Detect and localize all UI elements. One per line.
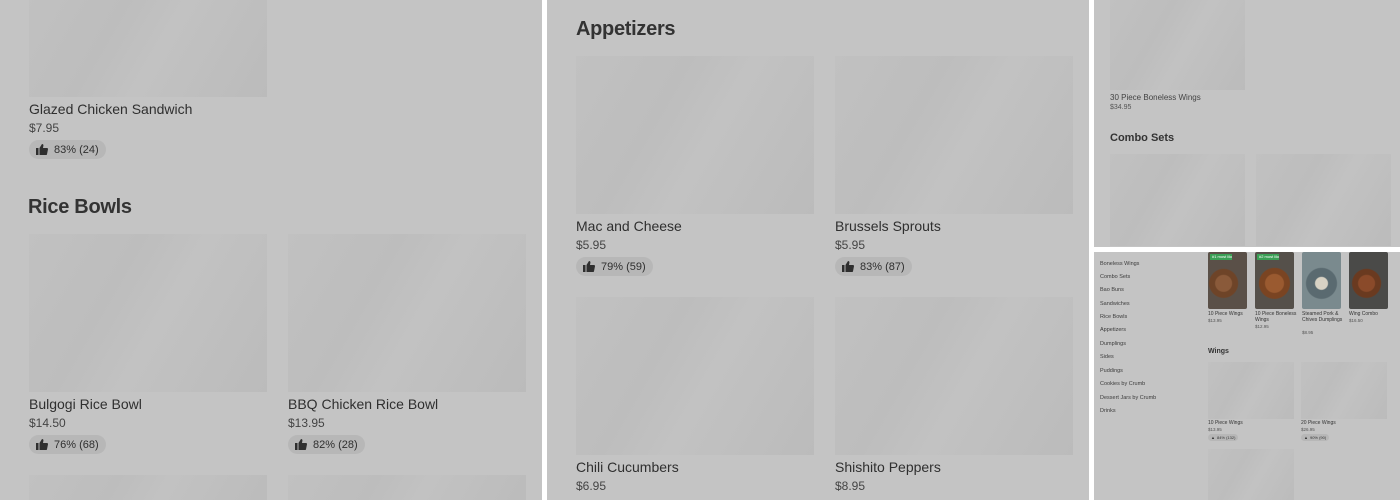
menu-panel-overview: Boneless Wings Combo Sets Bao Buns Sandw… [1094, 252, 1400, 500]
item-price: $14.50 [29, 416, 66, 430]
nav-item-sides[interactable]: Sides [1100, 354, 1114, 360]
rating-text: 84% (132) [1216, 435, 1236, 440]
food-photo [1302, 252, 1341, 309]
item-image[interactable] [1256, 154, 1391, 246]
item-image-shishito-peppers[interactable] [835, 297, 1073, 455]
featured-item-10-piece-boneless-wings[interactable]: #2 most liked [1255, 252, 1294, 309]
section-title-appetizers: Appetizers [576, 18, 676, 40]
featured-item-wing-combo[interactable] [1349, 252, 1388, 309]
nav-item-puddings[interactable]: Puddings [1100, 368, 1123, 374]
nav-item-combo-sets[interactable]: Combo Sets [1100, 274, 1130, 280]
item-price: $13.95 [1208, 427, 1222, 432]
item-name[interactable]: Chili Cucumbers [576, 459, 679, 475]
item-image-glazed-chicken-sandwich[interactable] [29, 0, 267, 97]
item-price: $7.95 [29, 121, 60, 135]
nav-item-bao-buns[interactable]: Bao Buns [1100, 287, 1124, 293]
nav-item-rice-bowls[interactable]: Rice Bowls [1100, 314, 1127, 320]
item-name[interactable]: Wing Combo [1349, 311, 1393, 317]
item-name[interactable]: 10 Piece Wings [1208, 420, 1243, 426]
nav-item-cookies-by-crumb[interactable]: Cookies by Crumb [1100, 381, 1145, 387]
thumbs-up-icon: ▲ [1304, 435, 1308, 440]
featured-item-10-piece-wings[interactable]: #1 most liked [1208, 252, 1247, 309]
rating-text: 76% (68) [54, 438, 99, 451]
item-image[interactable] [29, 475, 267, 500]
section-title-rice-bowls: Rice Bowls [28, 196, 132, 218]
item-price: $6.95 [576, 479, 607, 493]
item-image[interactable] [1110, 154, 1245, 246]
thumbs-up-icon [36, 439, 48, 450]
nav-item-appetizers[interactable]: Appetizers [1100, 327, 1126, 333]
nav-item-dessert-jars-by-crumb[interactable]: Dessert Jars by Crumb [1100, 395, 1156, 401]
rating-text: 83% (87) [860, 260, 905, 273]
food-photo [1349, 252, 1388, 309]
menu-panel-sandwiches-rice-bowls: Glazed Chicken Sandwich $7.95 83% (24) R… [0, 0, 542, 500]
item-price: $13.95 [1208, 318, 1222, 323]
item-price: $13.95 [288, 416, 325, 430]
item-image-bbq-chicken-rice-bowl[interactable] [288, 234, 526, 392]
nav-item-drinks[interactable]: Drinks [1100, 408, 1116, 414]
item-name[interactable]: Glazed Chicken Sandwich [29, 101, 192, 117]
item-image-chili-cucumbers[interactable] [576, 297, 814, 455]
nav-item-boneless-wings[interactable]: Boneless Wings [1100, 261, 1139, 267]
section-title-combo-sets: Combo Sets [1110, 132, 1175, 144]
item-name[interactable]: Brussels Sprouts [835, 218, 941, 234]
nav-item-sandwiches[interactable]: Sandwiches [1100, 301, 1130, 307]
item-name[interactable]: Shishito Peppers [835, 459, 941, 475]
item-price: $5.95 [576, 238, 607, 252]
item-image-30-piece-boneless-wings[interactable] [1110, 0, 1245, 90]
item-name[interactable]: Mac and Cheese [576, 218, 682, 234]
item-image-20-piece-wings[interactable] [1301, 362, 1387, 419]
item-name[interactable]: Bulgogi Rice Bowl [29, 396, 142, 412]
rating-badge: 82% (28) [288, 435, 365, 454]
thumbs-up-icon [583, 261, 595, 272]
item-name[interactable]: 10 Piece Wings [1208, 311, 1248, 317]
item-name[interactable]: 10 Piece Boneless Wings [1255, 311, 1299, 323]
menu-panel-combo-sets: 30 Piece Boneless Wings $34.95 Combo Set… [1094, 0, 1400, 247]
rating-badge: ▲ 84% (132) [1208, 434, 1239, 441]
item-image[interactable] [288, 475, 526, 500]
rating-text: 83% (24) [54, 143, 99, 156]
item-name[interactable]: BBQ Chicken Rice Bowl [288, 396, 438, 412]
item-image-brussels-sprouts[interactable] [835, 56, 1073, 214]
item-image-mac-and-cheese[interactable] [576, 56, 814, 214]
rating-text: 82% (28) [313, 438, 358, 451]
thumbs-up-icon [295, 439, 307, 450]
featured-item-steamed-pork-chives-dumplings[interactable] [1302, 252, 1341, 309]
most-liked-badge: #1 most liked [1210, 254, 1232, 260]
item-price: $8.95 [835, 479, 866, 493]
item-name[interactable]: 20 Piece Wings [1301, 420, 1336, 426]
food-photo [1208, 252, 1247, 309]
nav-item-dumplings[interactable]: Dumplings [1100, 341, 1126, 347]
thumbs-up-icon [842, 261, 854, 272]
item-name[interactable]: 30 Piece Boneless Wings [1110, 93, 1201, 102]
item-price: $34.95 [1110, 104, 1132, 111]
rating-badge: ▲ 90% (90) [1301, 434, 1330, 441]
menu-panel-appetizers: Appetizers Mac and Cheese $5.95 79% (59)… [547, 0, 1089, 500]
rating-badge: 83% (87) [835, 257, 912, 276]
item-price: $5.95 [835, 238, 866, 252]
item-price: $16.50 [1349, 318, 1363, 323]
section-title-wings: Wings [1208, 348, 1229, 355]
item-image[interactable] [1208, 449, 1294, 500]
rating-badge: 76% (68) [29, 435, 106, 454]
thumbs-up-icon [36, 144, 48, 155]
most-liked-badge: #2 most liked [1257, 254, 1279, 260]
item-price: $8.95 [1302, 330, 1314, 335]
item-image-bulgogi-rice-bowl[interactable] [29, 234, 267, 392]
thumbs-up-icon: ▲ [1211, 435, 1215, 440]
item-name[interactable]: Steamed Pork & Chives Dumplings [1302, 311, 1344, 323]
rating-text: 90% (90) [1309, 435, 1327, 440]
rating-text: 79% (59) [601, 260, 646, 273]
item-price: $12.95 [1255, 324, 1269, 329]
rating-badge: 79% (59) [576, 257, 653, 276]
item-image-10-piece-wings[interactable] [1208, 362, 1294, 419]
item-price: $26.95 [1301, 427, 1315, 432]
rating-badge: 83% (24) [29, 140, 106, 159]
food-photo [1255, 252, 1294, 309]
